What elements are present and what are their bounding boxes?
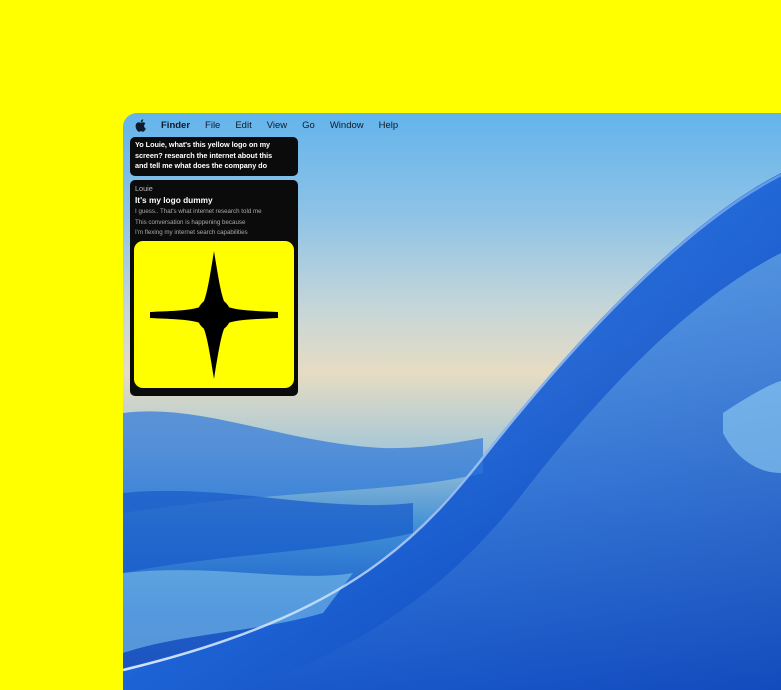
menu-bar: Finder File Edit View Go Window Help bbox=[123, 113, 781, 137]
reply-body-line: I guess.. That's what internet research … bbox=[135, 208, 262, 215]
user-message-line: and tell me what does the company do bbox=[135, 161, 267, 171]
menu-go[interactable]: Go bbox=[302, 120, 315, 131]
menu-window[interactable]: Window bbox=[330, 120, 364, 131]
reply-headline: It's my logo dummy bbox=[135, 195, 213, 205]
logo-image-card[interactable] bbox=[134, 241, 294, 388]
apple-logo-icon[interactable] bbox=[135, 118, 147, 132]
menu-finder[interactable]: Finder bbox=[161, 120, 190, 131]
menu-edit[interactable]: Edit bbox=[235, 120, 251, 131]
user-message-line: Yo Louie, what's this yellow logo on my bbox=[135, 140, 271, 149]
menu-file[interactable]: File bbox=[205, 120, 220, 131]
desktop-screen: Finder File Edit View Go Window Help Yo … bbox=[123, 113, 781, 690]
assistant-reply-bubble: Louie It's my logo dummy I guess.. That'… bbox=[130, 180, 298, 396]
reply-body-line: This conversation is happening because bbox=[135, 218, 246, 226]
menu-help[interactable]: Help bbox=[379, 120, 399, 131]
menu-view[interactable]: View bbox=[267, 120, 287, 131]
reply-sender-name: Louie bbox=[135, 184, 153, 193]
user-message-line: screen? research the internet about this bbox=[135, 150, 273, 160]
four-point-star-logo-icon bbox=[150, 250, 278, 379]
reply-body-line: I'm flexing my internet search capabilit… bbox=[135, 229, 248, 237]
user-message-bubble: Yo Louie, what's this yellow logo on my … bbox=[130, 137, 298, 176]
